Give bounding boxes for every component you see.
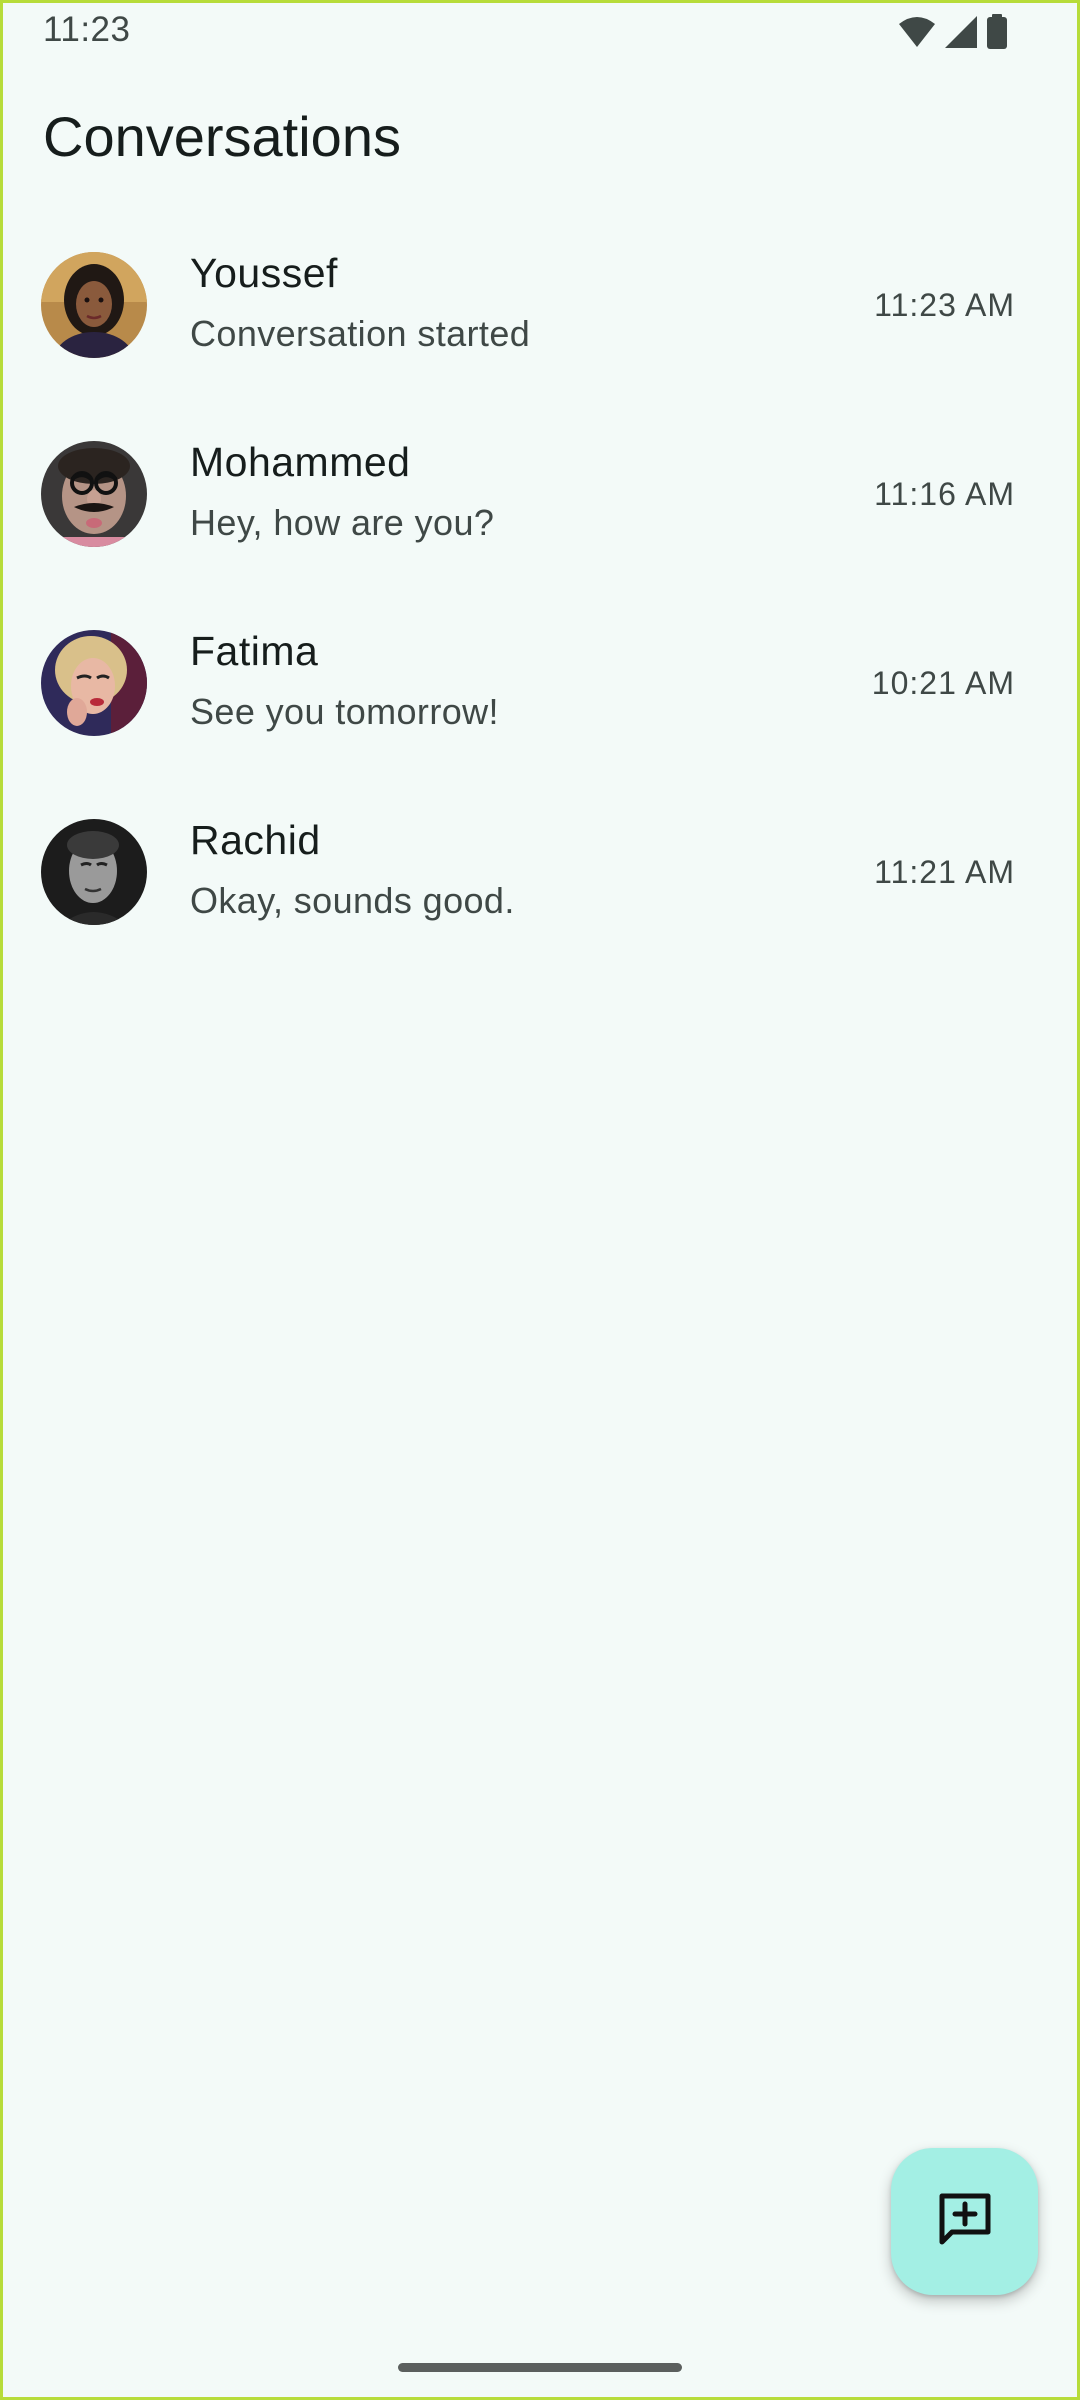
- conversation-item-youssef[interactable]: Youssef Conversation started 11:23 AM: [0, 240, 1080, 429]
- conversation-time: 11:23 AM: [874, 287, 1015, 323]
- conversation-preview: See you tomorrow!: [190, 691, 499, 732]
- status-bar: 11:23: [0, 0, 1080, 62]
- avatar-fatima: [41, 630, 147, 736]
- home-indicator[interactable]: [398, 2363, 682, 2372]
- avatar-mohammed: [41, 441, 147, 547]
- avatar-rachid: [41, 819, 147, 925]
- conversation-time: 11:21 AM: [874, 854, 1015, 890]
- new-conversation-button[interactable]: [891, 2148, 1038, 2295]
- conversation-name: Fatima: [190, 628, 319, 674]
- conversation-preview: Hey, how are you?: [190, 502, 495, 543]
- conversation-name: Mohammed: [190, 439, 411, 485]
- status-icons: [898, 14, 1008, 50]
- new-chat-icon: [937, 2191, 993, 2252]
- cellular-signal-icon: [944, 15, 978, 49]
- conversation-item-rachid[interactable]: Rachid Okay, sounds good. 11:21 AM: [0, 807, 1080, 996]
- battery-icon: [986, 14, 1008, 50]
- conversation-name: Rachid: [190, 817, 321, 863]
- page-title: Conversations: [43, 105, 401, 168]
- conversation-time: 11:16 AM: [874, 476, 1015, 512]
- avatar-youssef: [41, 252, 147, 358]
- conversation-time: 10:21 AM: [871, 665, 1015, 701]
- conversation-preview: Okay, sounds good.: [190, 880, 515, 921]
- conversation-item-mohammed[interactable]: Mohammed Hey, how are you? 11:16 AM: [0, 429, 1080, 618]
- conversation-list: Youssef Conversation started 11:23 AM Mo…: [0, 240, 1080, 996]
- conversation-preview: Conversation started: [190, 313, 531, 354]
- conversation-name: Youssef: [190, 250, 338, 296]
- wifi-icon: [898, 16, 936, 48]
- status-time: 11:23: [43, 10, 131, 49]
- conversation-item-fatima[interactable]: Fatima See you tomorrow! 10:21 AM: [0, 618, 1080, 807]
